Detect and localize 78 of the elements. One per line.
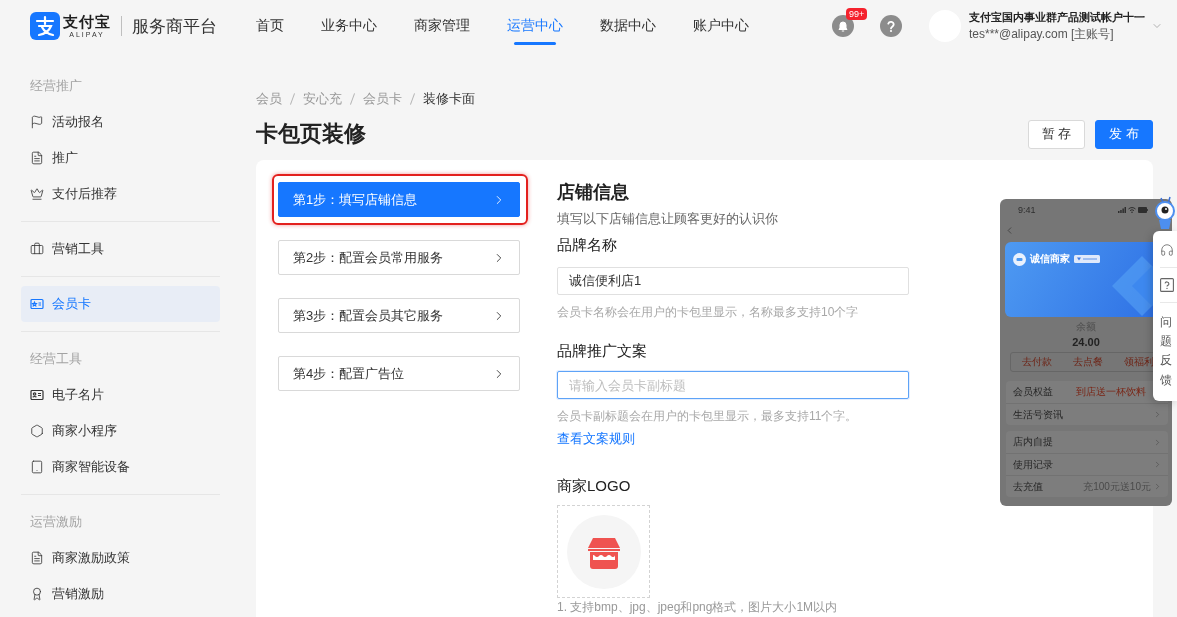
feedback-button[interactable]: 问题反馈 — [1160, 313, 1172, 390]
sidebar-item[interactable]: 支付后推荐 — [21, 176, 220, 212]
field-label: 商家LOGO — [557, 476, 632, 496]
battery-icon — [1138, 207, 1148, 213]
sidebar-item[interactable]: 商家智能设备 — [21, 449, 220, 485]
nav-tab[interactable]: 账户中心 — [693, 0, 749, 52]
upload-note: 1. 支持bmp、jpg、jpeg和png格式，图片大小1M以内 — [557, 601, 839, 614]
save-draft-button[interactable]: 暂 存 — [1027, 119, 1086, 149]
step-button[interactable]: 第4步：配置广告位 — [278, 356, 520, 391]
field-hint: 会员卡名称会在用户的卡包里显示，名称最多支持10个字 — [557, 304, 860, 321]
nav-tab[interactable]: 商家管理 — [414, 0, 470, 52]
sidebar-item[interactable]: 电子名片 — [21, 377, 220, 413]
headset-icon[interactable] — [1160, 243, 1174, 257]
shop-icon — [566, 514, 641, 589]
notification-badge: 99+ — [846, 8, 868, 20]
action-label: 领福利 — [1124, 356, 1155, 368]
row-label: 会员权益 — [1013, 386, 1053, 398]
status-time: 9:41 — [1018, 205, 1036, 215]
question-icon[interactable] — [1160, 278, 1174, 292]
row-label: 生活号资讯 — [1013, 408, 1063, 421]
text-input[interactable]: 请输入会员卡副标题 — [557, 371, 909, 399]
field-label: 品牌名称 — [557, 235, 618, 255]
row-label: 店内自提 — [1013, 436, 1053, 448]
award-icon — [30, 587, 44, 601]
sidebar-item[interactable]: 会员卡 — [21, 286, 220, 322]
nav-tab[interactable]: 首页 — [256, 0, 284, 52]
crown-icon — [30, 187, 44, 201]
sidebar-item[interactable]: 营销工具 — [21, 231, 220, 267]
logo-icon — [30, 12, 60, 40]
sidebar-item[interactable]: 商家激励政策 — [21, 540, 220, 576]
sidebar-item[interactable]: 活动报名 — [21, 104, 220, 140]
balance-value: 24.00 — [1072, 335, 1100, 349]
level-badge-icon — [1074, 255, 1100, 263]
form-title: 店铺信息 — [557, 181, 630, 204]
step-button[interactable]: 第3步：配置会员其它服务 — [278, 298, 520, 333]
sidebar-item[interactable]: 推广 — [21, 140, 220, 176]
step-button[interactable]: 第1步：填写店铺信息 — [278, 182, 520, 217]
member-card-icon — [30, 297, 44, 311]
row-label: 使用记录 — [1013, 458, 1053, 471]
sidebar-item[interactable]: 营销激励 — [21, 576, 220, 612]
nav-tab[interactable]: 数据中心 — [600, 0, 656, 52]
field-hint: 会员卡副标题会在用户的卡包里显示，最多支持11个字。 — [557, 408, 859, 425]
signal-icon — [1118, 207, 1126, 213]
nav-tab[interactable]: 业务中心 — [321, 0, 377, 52]
merchant-name: 诚信商家 — [1030, 252, 1070, 266]
rules-link[interactable]: 查看文案规则 — [557, 430, 635, 448]
form-subtitle: 填写以下店铺信息让顾客更好的认识你 — [557, 210, 779, 228]
user-name: 支付宝国内事业群产品测试帐户十一 — [969, 10, 1145, 25]
section-title: 经营推广 — [29, 77, 83, 95]
document-icon — [30, 551, 44, 565]
merchant-logo-icon — [1013, 252, 1026, 266]
flag-icon — [30, 115, 44, 129]
help-icon[interactable] — [880, 15, 902, 37]
section-title: 运营激励 — [29, 513, 83, 531]
hexagon-icon — [30, 424, 44, 438]
briefcase-icon — [30, 242, 44, 256]
row-label: 去充值 — [1013, 480, 1043, 493]
sidebar-item[interactable]: 商家小程序 — [21, 413, 220, 449]
robot-mascot-icon[interactable] — [1154, 196, 1176, 230]
step-button[interactable]: 第2步：配置会员常用服务 — [278, 240, 520, 275]
nav-tab[interactable]: 运营中心 — [507, 0, 563, 52]
page-title: 卡包页装修 — [256, 120, 366, 148]
action-label: 去付款 — [1021, 356, 1052, 368]
section-title: 经营工具 — [29, 350, 83, 368]
logo-upload-box[interactable] — [557, 505, 650, 598]
action-label: 去点餐 — [1073, 356, 1103, 368]
document-icon — [30, 151, 44, 165]
publish-button[interactable]: 发 布 — [1095, 119, 1153, 149]
bell-icon[interactable] — [832, 15, 854, 37]
contact-card-icon — [30, 388, 44, 402]
wifi-icon — [1128, 207, 1136, 213]
tablet-icon — [30, 460, 44, 474]
platform-title: 服务商平台 — [132, 15, 217, 38]
breadcrumb-current: 装修卡面 — [423, 90, 475, 108]
logo-text: 支付宝 — [63, 13, 111, 31]
field-label: 品牌推广文案 — [557, 341, 648, 361]
user-account: tes***@alipay.com [主账号] — [969, 26, 1115, 43]
text-input[interactable]: 诚信便利店1 — [557, 267, 909, 295]
